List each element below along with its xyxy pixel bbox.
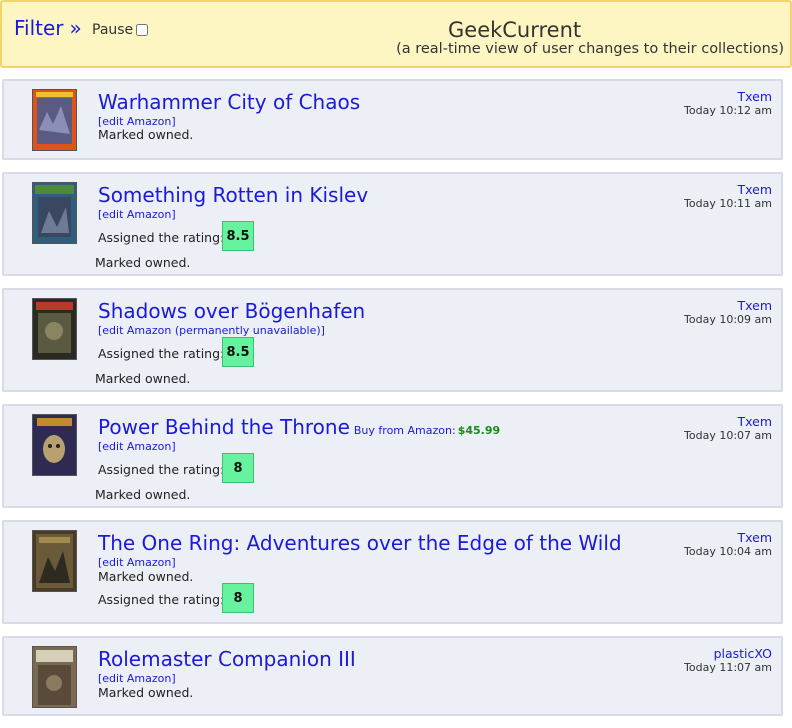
user-link[interactable]: Txem bbox=[737, 89, 772, 104]
rating-label: Assigned the rating: bbox=[98, 230, 225, 245]
edit-amazon-link[interactable]: [edit Amazon] bbox=[98, 556, 176, 569]
edit-amazon-link[interactable]: [edit Amazon (permanently unavailable)] bbox=[98, 324, 325, 337]
marked-owned-text: Marked owned. bbox=[95, 255, 191, 270]
edit-amazon-link[interactable]: [edit Amazon] bbox=[98, 440, 176, 453]
timestamp: Today 10:11 am bbox=[684, 197, 772, 210]
buy-from-amazon-label[interactable]: Buy from Amazon: bbox=[354, 424, 456, 437]
marked-owned-text: Marked owned. bbox=[98, 569, 194, 584]
timestamp: Today 10:07 am bbox=[684, 429, 772, 442]
filter-link[interactable]: Filter» bbox=[14, 16, 82, 40]
edit-amazon-link[interactable]: [edit Amazon] bbox=[98, 672, 176, 685]
expand-arrow-icon[interactable]: » bbox=[70, 16, 82, 40]
pause-label: Pause bbox=[92, 22, 134, 38]
activity-feed: Warhammer City of Chaos [edit Amazon] Ma… bbox=[2, 79, 783, 728]
game-title-text[interactable]: Power Behind the Throne bbox=[98, 415, 350, 439]
timestamp: Today 10:09 am bbox=[684, 313, 772, 326]
game-title-link[interactable]: Warhammer City of Chaos bbox=[98, 90, 360, 114]
price-value: $45.99 bbox=[457, 424, 501, 437]
rating-label: Assigned the rating: bbox=[98, 346, 225, 361]
user-link[interactable]: Txem bbox=[737, 530, 772, 545]
game-title-link[interactable]: Shadows over Bögenhafen bbox=[98, 299, 365, 323]
game-cover-image[interactable] bbox=[32, 646, 77, 708]
marked-owned-text: Marked owned. bbox=[98, 685, 194, 700]
page-title: GeekCurrent bbox=[448, 18, 582, 42]
activity-card: Shadows over Bögenhafen [edit Amazon (pe… bbox=[2, 288, 783, 392]
marked-owned-text: Marked owned. bbox=[95, 487, 191, 502]
edit-amazon-link[interactable]: [edit Amazon] bbox=[98, 208, 176, 221]
header-banner: Filter» Pause GeekCurrent (a real-time v… bbox=[0, 0, 792, 68]
rating-badge: 8 bbox=[222, 583, 254, 613]
game-cover-image[interactable] bbox=[32, 89, 77, 151]
rating-badge: 8 bbox=[222, 453, 254, 483]
marked-owned-text: Marked owned. bbox=[95, 371, 191, 386]
pause-checkbox[interactable] bbox=[136, 24, 149, 36]
activity-card: Rolemaster Companion III [edit Amazon] M… bbox=[2, 636, 783, 716]
game-cover-image[interactable] bbox=[32, 182, 77, 244]
pause-control[interactable]: Pause bbox=[92, 22, 149, 38]
activity-card: Something Rotten in Kislev [edit Amazon]… bbox=[2, 172, 783, 276]
timestamp: Today 11:07 am bbox=[684, 661, 772, 674]
activity-card: The One Ring: Adventures over the Edge o… bbox=[2, 520, 783, 624]
rating-label: Assigned the rating: bbox=[98, 462, 225, 477]
game-cover-image[interactable] bbox=[32, 414, 77, 476]
rating-label: Assigned the rating: bbox=[98, 592, 225, 607]
game-cover-image[interactable] bbox=[32, 298, 77, 360]
user-link[interactable]: Txem bbox=[737, 414, 772, 429]
filter-label[interactable]: Filter bbox=[14, 16, 64, 40]
user-link[interactable]: Txem bbox=[737, 298, 772, 313]
game-title-link[interactable]: Something Rotten in Kislev bbox=[98, 183, 368, 207]
game-cover-image[interactable] bbox=[32, 530, 77, 592]
timestamp: Today 10:04 am bbox=[684, 545, 772, 558]
timestamp: Today 10:12 am bbox=[684, 104, 772, 117]
game-title-link[interactable]: Power Behind the Throne Buy from Amazon: $… bbox=[98, 415, 500, 439]
user-link[interactable]: plasticXO bbox=[714, 646, 772, 661]
user-link[interactable]: Txem bbox=[737, 182, 772, 197]
rating-badge: 8.5 bbox=[222, 337, 254, 367]
activity-card: Warhammer City of Chaos [edit Amazon] Ma… bbox=[2, 79, 783, 160]
marked-owned-text: Marked owned. bbox=[98, 127, 194, 142]
game-title-link[interactable]: The One Ring: Adventures over the Edge o… bbox=[98, 531, 622, 555]
activity-card: Power Behind the Throne Buy from Amazon: $… bbox=[2, 404, 783, 508]
page-subtitle: (a real-time view of user changes to the… bbox=[396, 41, 784, 57]
rating-badge: 8.5 bbox=[222, 221, 254, 251]
game-title-link[interactable]: Rolemaster Companion III bbox=[98, 647, 356, 671]
